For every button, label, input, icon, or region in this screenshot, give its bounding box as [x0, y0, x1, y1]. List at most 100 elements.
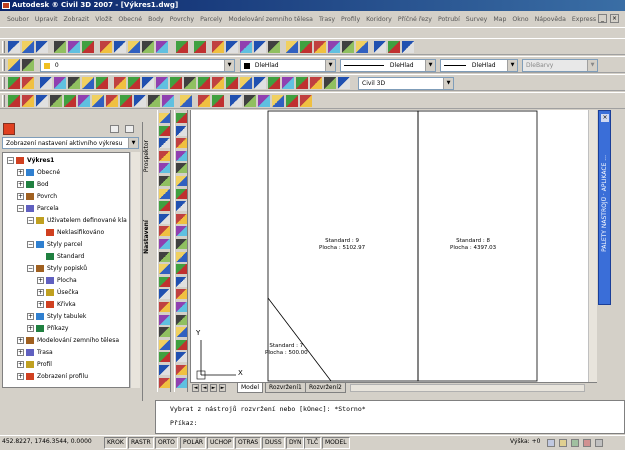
collapse-icon[interactable]: − [7, 157, 14, 164]
draw-tool-icon-19[interactable] [159, 339, 170, 350]
toggle-grid[interactable]: RASTR [128, 437, 154, 449]
modify-tool-icon-9[interactable] [176, 213, 187, 224]
prev-tab-icon[interactable]: ◄ [201, 384, 208, 392]
toggle-ducs[interactable]: DUSS [262, 437, 285, 449]
layer-state-icon[interactable] [22, 59, 34, 71]
menu-file[interactable]: Soubor [4, 16, 32, 23]
menu-survey[interactable]: Survey [463, 16, 491, 23]
tool-icon-38[interactable] [230, 95, 242, 107]
clean-screen-icon[interactable] [583, 439, 591, 447]
save-icon[interactable] [36, 41, 48, 53]
tool-icon-2[interactable] [22, 77, 34, 89]
toggle-otrack[interactable]: OTRAS [235, 437, 262, 449]
tool-icon-1[interactable] [8, 77, 20, 89]
close-doc-icon[interactable]: × [610, 14, 619, 23]
tool-icon-42[interactable] [286, 95, 298, 107]
print-icon[interactable] [54, 41, 66, 53]
tool-icon-27[interactable] [64, 95, 76, 107]
menu-alignments[interactable]: Trasy [316, 16, 338, 23]
tool-palettes-icon[interactable] [314, 41, 326, 53]
chevron-down-icon[interactable]: ▼ [443, 78, 453, 89]
collapse-icon[interactable]: − [27, 217, 34, 224]
tree-scrollbar[interactable] [130, 152, 140, 388]
markup-icon[interactable] [342, 41, 354, 53]
design-center-icon[interactable] [300, 41, 312, 53]
expand-icon[interactable]: + [17, 337, 24, 344]
tool-icon-33[interactable] [148, 95, 160, 107]
first-tab-icon[interactable]: ◄ [192, 384, 199, 392]
menu-view[interactable]: Zobrazit [61, 16, 93, 23]
tray-icon[interactable] [571, 439, 579, 447]
prospector-view-combo[interactable]: Zobrazení nastavení aktivního výkresu ▼ [2, 137, 139, 149]
draw-tool-icon-16[interactable] [159, 302, 170, 312]
expand-icon[interactable]: + [37, 277, 44, 284]
tool-icon-40[interactable] [258, 95, 270, 107]
draw-tool-icon-10[interactable] [159, 226, 170, 237]
tool-icon-17[interactable] [240, 77, 252, 89]
draw-tool-icon-8[interactable] [159, 201, 170, 212]
tree-item[interactable]: + Profil [17, 360, 52, 370]
layer-combo[interactable]: 0 ▼ [40, 59, 235, 72]
quickcalc-icon[interactable] [356, 41, 368, 53]
tool-icon-29[interactable] [92, 95, 104, 107]
tool-icon-39[interactable] [244, 95, 256, 107]
tool-icon-23[interactable] [324, 77, 336, 89]
menu-surfaces[interactable]: Povrchy [167, 16, 197, 23]
block-editor-icon[interactable] [156, 41, 168, 53]
tool-icon-25[interactable] [36, 95, 48, 107]
toolspace-icon[interactable] [3, 123, 15, 135]
line-tool-icon[interactable] [8, 95, 20, 107]
linetype-combo[interactable]: DleHlad ▼ [340, 59, 436, 72]
draw-tool-icon-18[interactable] [159, 327, 170, 338]
menu-insert[interactable]: Vložit [92, 16, 115, 23]
parcel-label[interactable]: Standard : 7 Plocha : 500.00 [265, 343, 308, 357]
tool-icon-9[interactable] [128, 77, 140, 89]
tab-settings[interactable]: Nastavení [143, 220, 150, 254]
toggle-polar[interactable]: POLÁR [180, 437, 207, 449]
menu-points[interactable]: Body [145, 16, 167, 23]
tree-item[interactable]: + Povrch [17, 192, 57, 202]
tool-icon-32[interactable] [134, 95, 146, 107]
tool-icon-15[interactable] [212, 77, 224, 89]
command-prompt[interactable]: Příkaz: [170, 419, 197, 427]
draw-tool-icon-20[interactable] [159, 352, 170, 363]
tool-icon-14[interactable] [198, 77, 210, 89]
modify-tool-icon-17[interactable] [176, 314, 187, 325]
tab-layout1[interactable]: Rozvržení1 [265, 383, 306, 393]
draw-tool-icon-4[interactable] [159, 150, 170, 161]
match-properties-icon[interactable] [142, 41, 154, 53]
chevron-down-icon[interactable]: ▼ [425, 60, 435, 71]
chevron-down-icon[interactable]: ▼ [128, 138, 138, 148]
zoom-previous-icon[interactable] [254, 41, 266, 53]
expand-icon[interactable]: + [17, 169, 24, 176]
prospector-toggle-icon[interactable] [374, 41, 386, 53]
canvas-vscrollbar[interactable] [588, 110, 597, 382]
draw-tool-icon-11[interactable] [159, 239, 170, 249]
modify-tool-icon-15[interactable] [176, 289, 187, 300]
menu-general[interactable]: Obecné [115, 16, 145, 23]
draw-tool-icon-22[interactable] [159, 377, 170, 388]
tool-icon-35[interactable] [180, 95, 192, 107]
new-icon[interactable] [8, 41, 20, 53]
modify-tool-icon-6[interactable] [176, 176, 187, 186]
tool-icon-12[interactable] [170, 77, 182, 89]
modify-tool-icon-12[interactable] [176, 251, 187, 262]
toggle-lwt[interactable]: TLČ [304, 437, 322, 449]
toolbar-grip[interactable] [2, 95, 5, 107]
last-tab-icon[interactable]: ► [219, 384, 226, 392]
tool-icon-5[interactable] [68, 77, 80, 89]
sheet-set-icon[interactable] [328, 41, 340, 53]
modify-tool-icon-7[interactable] [176, 188, 187, 199]
tree-item[interactable]: + Úsečka [37, 288, 79, 298]
modify-tool-icon-21[interactable] [176, 365, 187, 375]
tree-item[interactable]: + Modelování zemního tělesa [17, 336, 119, 346]
chevron-down-icon[interactable]: ▼ [224, 60, 234, 71]
modify-tool-icon-16[interactable] [176, 302, 187, 312]
tool-icon-37[interactable] [212, 95, 224, 107]
cut-icon[interactable] [100, 41, 112, 53]
toolbar-grip[interactable] [2, 41, 5, 53]
tool-icon-18[interactable] [254, 77, 266, 89]
tool-icon-7[interactable] [96, 77, 108, 89]
tab-layout2[interactable]: Rozvržení2 [305, 383, 346, 393]
tool-icon-34[interactable] [162, 95, 174, 107]
